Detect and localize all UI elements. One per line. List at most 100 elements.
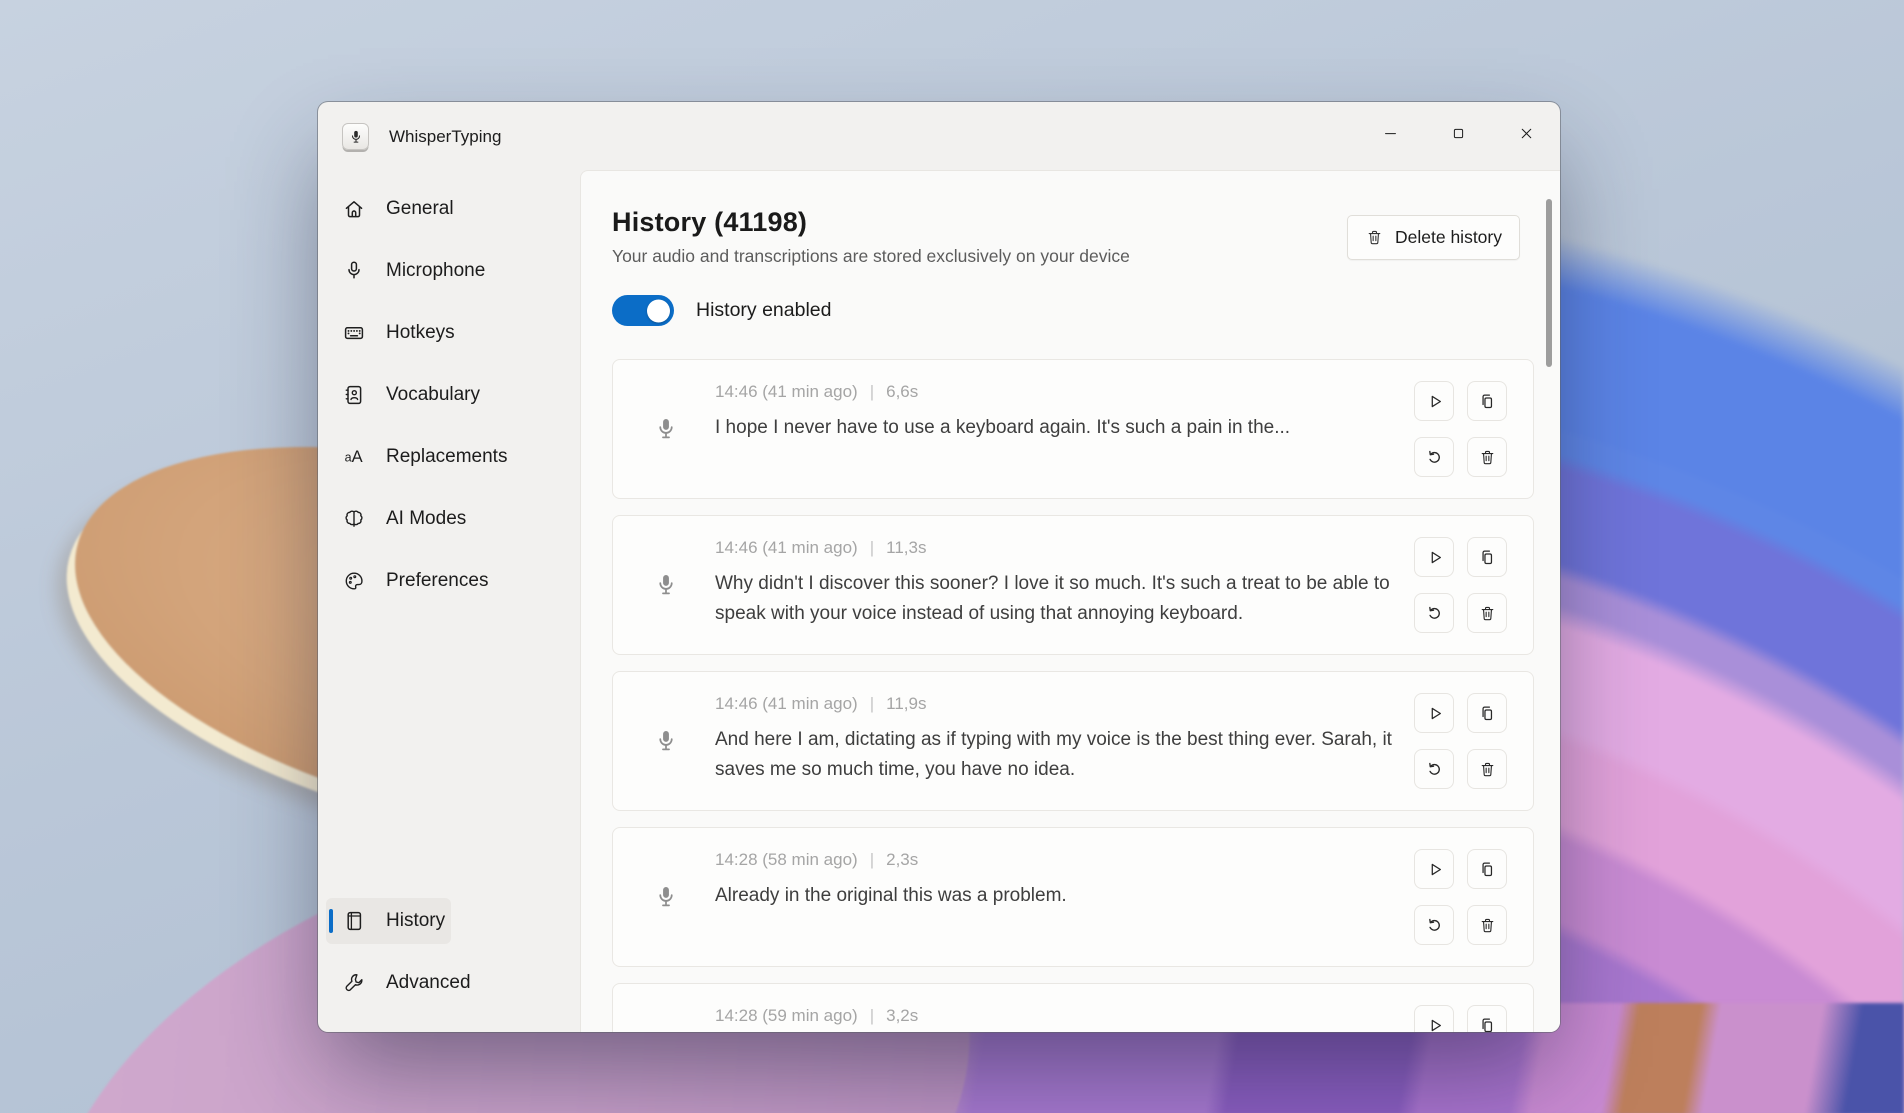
window-controls	[1356, 102, 1560, 164]
entry-body: 14:28 (58 min ago) | 2,3s Already in the…	[715, 828, 1394, 966]
entry-duration: 11,9s	[886, 694, 926, 714]
history-entry-card: 14:28 (59 min ago) | 3,2s	[612, 983, 1534, 1032]
close-button[interactable]	[1492, 102, 1560, 164]
mic-icon	[653, 828, 679, 966]
brain-icon	[342, 507, 366, 531]
scrollbar-thumb[interactable]	[1546, 199, 1552, 367]
mic-outline-icon	[342, 259, 366, 283]
entry-actions	[1414, 672, 1507, 810]
nav-item-label: Preferences	[386, 570, 488, 592]
entry-body: 14:46 (41 min ago) | 11,3s Why didn't I …	[715, 516, 1394, 654]
page-subtitle: Your audio and transcriptions are stored…	[612, 246, 1130, 267]
sidebar-spacer	[326, 620, 572, 898]
entry-time: 14:46 (41 min ago)	[715, 694, 858, 714]
copy-button[interactable]	[1467, 381, 1507, 421]
entry-time: 14:46 (41 min ago)	[715, 382, 858, 402]
retry-button[interactable]	[1414, 749, 1454, 789]
entry-time: 14:28 (59 min ago)	[715, 1006, 858, 1026]
nav-item-label: History	[386, 910, 445, 932]
history-entry-list: 14:46 (41 min ago) | 6,6s I hope I never…	[612, 359, 1534, 1032]
keyboard-icon	[342, 321, 366, 345]
delete-button[interactable]	[1467, 905, 1507, 945]
nav-item-label: AI Modes	[386, 508, 466, 530]
play-button[interactable]	[1414, 693, 1454, 733]
play-button[interactable]	[1414, 1005, 1454, 1032]
nav-item-label: Replacements	[386, 446, 507, 468]
history-entry-card: 14:46 (41 min ago) | 6,6s I hope I never…	[612, 359, 1534, 499]
entry-actions	[1414, 828, 1507, 966]
delete-history-button[interactable]: Delete history	[1347, 215, 1520, 260]
entry-actions	[1414, 984, 1507, 1032]
entry-text: Why didn't I discover this sooner? I lov…	[715, 569, 1394, 629]
sidebar-item-microphone[interactable]: Microphone	[326, 248, 491, 294]
wrench-icon	[342, 971, 366, 995]
copy-button[interactable]	[1467, 693, 1507, 733]
entry-separator: |	[870, 538, 874, 558]
delete-button[interactable]	[1467, 749, 1507, 789]
entry-separator: |	[870, 382, 874, 402]
delete-button[interactable]	[1467, 593, 1507, 633]
mic-icon	[653, 672, 679, 810]
delete-history-label: Delete history	[1395, 227, 1502, 248]
content-panel: History (41198) Your audio and transcrip…	[580, 170, 1560, 1032]
history-enabled-label: History enabled	[696, 299, 832, 322]
entry-body: 14:46 (41 min ago) | 11,9s And here I am…	[715, 672, 1394, 810]
entry-body: 14:28 (59 min ago) | 3,2s	[715, 984, 1394, 1032]
delete-button[interactable]	[1467, 437, 1507, 477]
retry-button[interactable]	[1414, 593, 1454, 633]
page-title: History (41198)	[612, 207, 1130, 238]
entry-meta: 14:46 (41 min ago) | 11,3s	[715, 537, 1394, 559]
sidebar-item-ai-modes[interactable]: AI Modes	[326, 496, 472, 542]
sidebar-item-general[interactable]: General	[326, 186, 460, 232]
sidebar-item-preferences[interactable]: Preferences	[326, 558, 494, 604]
sidebar: General Microphone Hotkeys Vocabulary Re…	[318, 172, 580, 1032]
entry-time: 14:46 (41 min ago)	[715, 538, 858, 558]
sidebar-item-advanced[interactable]: Advanced	[326, 960, 477, 1006]
entry-separator: |	[870, 1006, 874, 1026]
vocabulary-icon	[342, 383, 366, 407]
retry-button[interactable]	[1414, 437, 1454, 477]
app-title: WhisperTyping	[389, 102, 501, 172]
maximize-button[interactable]	[1424, 102, 1492, 164]
nav-item-label: Vocabulary	[386, 384, 480, 406]
entry-duration: 2,3s	[886, 850, 918, 870]
entry-text: Already in the original this was a probl…	[715, 881, 1394, 911]
entry-text: I hope I never have to use a keyboard ag…	[715, 413, 1394, 443]
sidebar-item-replacements[interactable]: Replacements	[326, 434, 513, 480]
entry-separator: |	[870, 850, 874, 870]
entry-meta: 14:46 (41 min ago) | 6,6s	[715, 381, 1394, 403]
entry-duration: 11,3s	[886, 538, 926, 558]
app-window: WhisperTyping General Microphone Hotkeys…	[318, 102, 1560, 1032]
play-button[interactable]	[1414, 537, 1454, 577]
sidebar-nav-bottom: History Advanced	[326, 898, 572, 1022]
entry-meta: 14:46 (41 min ago) | 11,9s	[715, 693, 1394, 715]
desktop: WhisperTyping General Microphone Hotkeys…	[0, 0, 1904, 1113]
sidebar-item-hotkeys[interactable]: Hotkeys	[326, 310, 461, 356]
minimize-button[interactable]	[1356, 102, 1424, 164]
entry-separator: |	[870, 694, 874, 714]
history-entry-card: 14:28 (58 min ago) | 2,3s Already in the…	[612, 827, 1534, 967]
nav-item-label: General	[386, 198, 454, 220]
entry-body: 14:46 (41 min ago) | 6,6s I hope I never…	[715, 360, 1394, 498]
history-toggle-row: History enabled	[612, 295, 832, 326]
entry-actions	[1414, 516, 1507, 654]
play-button[interactable]	[1414, 381, 1454, 421]
replacements-icon	[342, 445, 366, 469]
history-entry-card: 14:46 (41 min ago) | 11,9s And here I am…	[612, 671, 1534, 811]
titlebar: WhisperTyping	[318, 102, 1560, 172]
mic-icon	[653, 516, 679, 654]
copy-button[interactable]	[1467, 849, 1507, 889]
sidebar-nav-top: General Microphone Hotkeys Vocabulary Re…	[326, 186, 572, 620]
nav-item-label: Hotkeys	[386, 322, 455, 344]
entry-text: And here I am, dictating as if typing wi…	[715, 725, 1394, 785]
play-button[interactable]	[1414, 849, 1454, 889]
app-icon	[342, 123, 369, 150]
sidebar-item-history[interactable]: History	[326, 898, 451, 944]
copy-button[interactable]	[1467, 537, 1507, 577]
history-enabled-toggle[interactable]	[612, 295, 674, 326]
retry-button[interactable]	[1414, 905, 1454, 945]
copy-button[interactable]	[1467, 1005, 1507, 1032]
mic-icon	[653, 360, 679, 498]
history-entry-card: 14:46 (41 min ago) | 11,3s Why didn't I …	[612, 515, 1534, 655]
sidebar-item-vocabulary[interactable]: Vocabulary	[326, 372, 486, 418]
